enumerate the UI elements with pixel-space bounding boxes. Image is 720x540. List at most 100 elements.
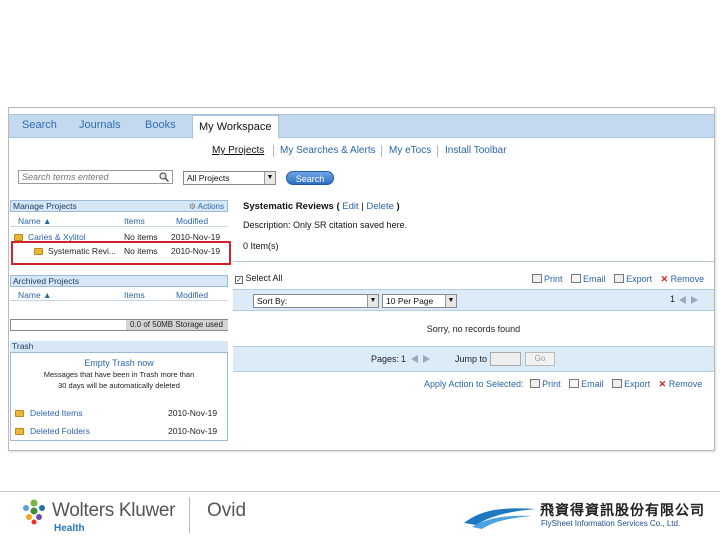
deleted-folders-link[interactable]: Deleted Folders xyxy=(30,426,90,436)
email-icon xyxy=(569,379,580,388)
trash-row[interactable]: Deleted Items 2010-Nov-19 xyxy=(15,408,223,420)
subnav-etocs[interactable]: My eTocs xyxy=(389,145,431,156)
app-screenshot: Search Journals Books My Workspace My Pr… xyxy=(8,107,715,451)
sort-by-select[interactable]: Sort By: ▼ xyxy=(253,294,379,308)
export-button[interactable]: Export xyxy=(612,379,650,389)
prev-page-icon[interactable] xyxy=(679,296,686,304)
project-title-row: Systematic Reviews ( Edit | Delete ) xyxy=(243,201,400,212)
manage-projects-title: Manage Projects xyxy=(13,201,77,211)
project-description: Description: Only SR citation saved here… xyxy=(243,220,408,230)
folder-icon xyxy=(15,428,24,435)
subnav-divider xyxy=(437,145,438,157)
checkbox[interactable]: ✓ xyxy=(235,276,243,284)
print-button[interactable]: Print xyxy=(530,379,561,389)
per-page-value: 10 Per Page xyxy=(386,296,434,306)
tab-search[interactable]: Search xyxy=(22,119,57,131)
divider xyxy=(10,300,228,301)
col-items[interactable]: Items xyxy=(124,290,145,300)
storage-label: 0.0 of 50MB Storage used xyxy=(126,320,228,330)
tab-books[interactable]: Books xyxy=(145,119,176,131)
email-label: Email xyxy=(581,379,604,389)
remove-icon: ✕ xyxy=(658,379,667,389)
col-modified[interactable]: Modified xyxy=(176,216,208,226)
pages-value: 1 xyxy=(401,354,407,364)
remove-button[interactable]: ✕ Remove xyxy=(659,379,703,389)
actions-menu[interactable]: ⚙ Actions xyxy=(189,201,224,212)
edit-link[interactable]: Edit xyxy=(342,201,358,212)
email-button[interactable]: Email xyxy=(571,274,606,284)
tab-my-workspace[interactable]: My Workspace xyxy=(192,115,279,139)
list-actions-top: Print Email Export ✕ Remove xyxy=(532,274,704,285)
col-items[interactable]: Items xyxy=(124,216,145,226)
subnav-install-toolbar[interactable]: Install Toolbar xyxy=(445,145,507,156)
remove-label: Remove xyxy=(670,274,705,284)
paren-close: ) xyxy=(396,201,400,212)
sort-bar: Sort By: ▼ 10 Per Page ▼ 1 xyxy=(233,289,714,311)
pagination-bar: Pages: 1 Jump to Go xyxy=(233,346,714,372)
empty-trash-link[interactable]: Empty Trash now xyxy=(11,358,227,368)
ovid-name: Ovid xyxy=(207,500,247,521)
folder-icon xyxy=(14,234,23,241)
export-label: Export xyxy=(624,379,651,389)
project-scope-select[interactable]: All Projects ▼ xyxy=(183,171,276,185)
deleted-folders-date: 2010-Nov-19 xyxy=(168,426,218,436)
export-icon xyxy=(614,274,625,283)
subnav-my-projects[interactable]: My Projects xyxy=(212,145,264,156)
col-modified[interactable]: Modified xyxy=(176,290,208,300)
delete-link[interactable]: Delete xyxy=(366,201,393,212)
select-all-label: Select All xyxy=(245,273,283,283)
apply-action-label: Apply Action to Selected: xyxy=(424,379,524,389)
search-input[interactable] xyxy=(18,170,173,184)
actions-label: Actions xyxy=(197,202,224,211)
tab-journals[interactable]: Journals xyxy=(79,119,121,131)
tab-bar: Search Journals Books My Workspace xyxy=(9,114,714,139)
printer-icon xyxy=(532,274,542,283)
paren-open: ( xyxy=(336,201,340,212)
col-name[interactable]: Name ▲ xyxy=(18,290,51,300)
chevron-down-icon: ▼ xyxy=(264,172,275,184)
export-label: Export xyxy=(626,274,653,284)
printer-icon xyxy=(530,379,541,388)
subnav-divider xyxy=(381,145,382,157)
manage-projects-header: Manage Projects ⚙ Actions xyxy=(10,200,228,212)
remove-label: Remove xyxy=(668,379,703,389)
trash-title: Trash xyxy=(12,341,34,351)
jump-to-input[interactable] xyxy=(490,352,521,366)
print-label: Print xyxy=(542,379,561,389)
trash-row[interactable]: Deleted Folders 2010-Nov-19 xyxy=(15,426,223,438)
per-page-select[interactable]: 10 Per Page ▼ xyxy=(382,294,457,308)
deleted-items-link[interactable]: Deleted Items xyxy=(30,408,82,418)
company-chinese-name: 飛資得資訊股份有限公司 xyxy=(540,502,705,518)
trash-message-2: 30 days will be automatically deleted xyxy=(58,381,180,390)
trash-panel: Trash Empty Trash now Messages that have… xyxy=(10,341,228,441)
jump-to-label: Jump to xyxy=(455,354,488,364)
gear-icon: ⚙ xyxy=(188,202,196,211)
select-all-control[interactable]: ✓ Select All xyxy=(235,273,283,284)
subnav-divider xyxy=(273,145,274,157)
email-label: Email xyxy=(583,274,606,284)
remove-button[interactable]: ✕ Remove xyxy=(661,274,705,284)
project-scope-value: All Projects xyxy=(187,173,230,183)
next-page-icon[interactable] xyxy=(423,355,430,363)
export-button[interactable]: Export xyxy=(614,274,652,284)
prev-page-icon[interactable] xyxy=(411,355,418,363)
brand-name: Wolters Kluwer xyxy=(52,500,176,521)
divider xyxy=(233,261,714,262)
sort-by-value: Sort By: xyxy=(257,296,288,306)
trash-message-1: Messages that have been in Trash more th… xyxy=(43,370,195,379)
project-title: Systematic Reviews xyxy=(243,201,334,212)
subnav-searches-alerts[interactable]: My Searches & Alerts xyxy=(280,145,376,156)
email-button[interactable]: Email xyxy=(569,379,604,389)
no-records-message: Sorry, no records found xyxy=(426,324,521,334)
email-icon xyxy=(571,274,582,283)
item-count: 0 Item(s) xyxy=(243,241,279,251)
divider xyxy=(10,226,228,227)
search-button[interactable]: Search xyxy=(286,171,334,185)
search-icon[interactable] xyxy=(159,172,169,182)
col-name[interactable]: Name ▲ xyxy=(18,216,51,226)
next-page-icon[interactable] xyxy=(691,296,698,304)
go-button[interactable]: Go xyxy=(525,352,555,366)
footer-separator xyxy=(189,497,190,533)
company-english-name: FlySheet Information Services Co., Ltd. xyxy=(541,519,681,528)
print-button[interactable]: Print xyxy=(532,274,563,284)
